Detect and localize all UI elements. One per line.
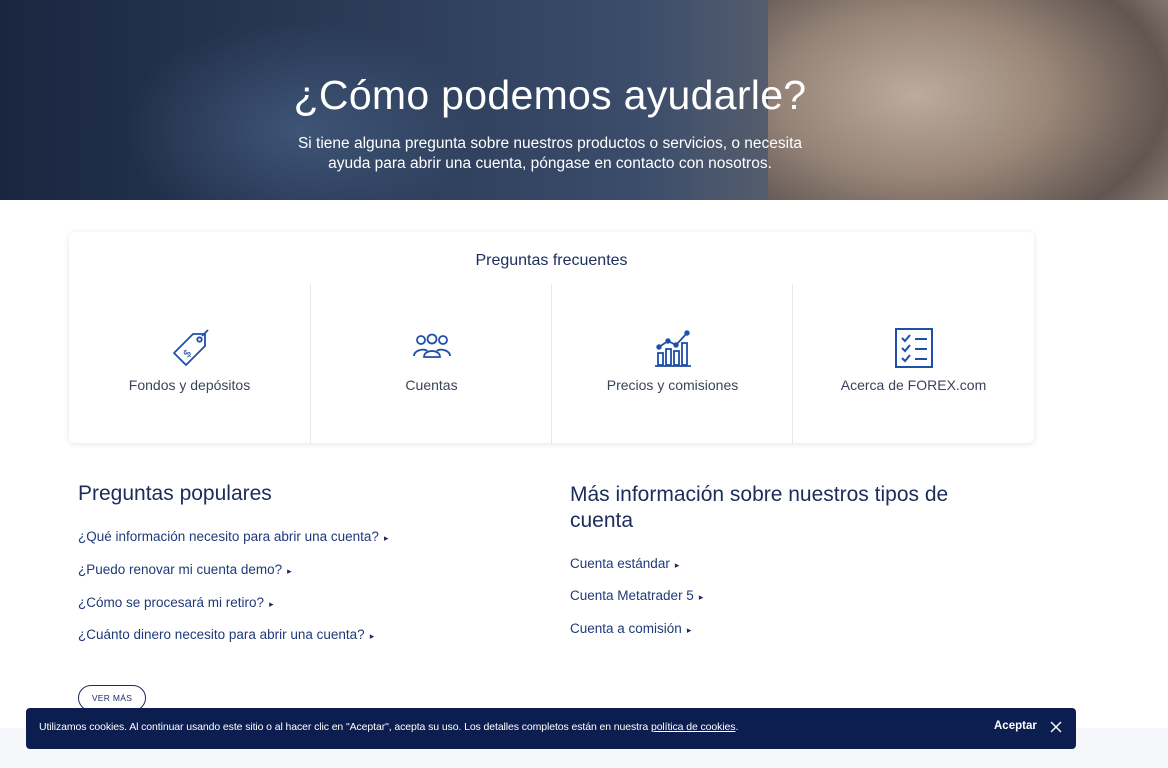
hero-subtitle-line2: ayuda para abrir una cuenta, póngase en … xyxy=(328,155,772,172)
hero-subtitle-line1: Si tiene alguna pregunta sobre nuestros … xyxy=(297,135,803,152)
users-group-icon xyxy=(410,327,454,369)
faq-title: Preguntas frecuentes xyxy=(475,252,628,269)
cookie-policy-link[interactable]: política de cookies xyxy=(651,721,736,733)
faq-item-pricing[interactable]: Precios y comisiones xyxy=(551,284,793,443)
popular-question-text: ¿Cómo se procesará mi retiro? xyxy=(78,595,265,610)
popular-question-text: ¿Puedo renovar mi cuenta demo? xyxy=(78,562,283,577)
arrow-right-icon: ▸ xyxy=(686,625,692,635)
account-type-text: Cuenta estándar xyxy=(570,556,670,571)
popular-question-link[interactable]: ¿Cuánto dinero necesito para abrir una c… xyxy=(78,627,374,642)
faq-item-label: Cuentas xyxy=(405,377,458,393)
popular-questions-title: Preguntas populares xyxy=(78,482,272,505)
faq-item-label: Acerca de FOREX.com xyxy=(840,377,987,393)
popular-question-link[interactable]: ¿Qué información necesito para abrir una… xyxy=(78,529,388,544)
account-types-title: Más información sobre nuestros tipos de … xyxy=(570,483,949,532)
cookie-banner: Utilizamos cookies. Al continuar usando … xyxy=(26,708,1076,749)
account-type-link[interactable]: Cuenta estándar ▸ xyxy=(570,556,679,571)
arrow-right-icon: ▸ xyxy=(287,566,292,576)
cookie-message: Utilizamos cookies. Al continuar usando … xyxy=(39,721,738,733)
arrow-right-icon: ▸ xyxy=(269,599,274,609)
growth-chart-icon xyxy=(651,327,695,369)
arrow-right-icon: ▸ xyxy=(383,533,389,543)
account-type-link[interactable]: Cuenta a comisión ▸ xyxy=(570,621,691,636)
arrow-right-icon: ▸ xyxy=(698,592,704,602)
popular-question-text: ¿Cuánto dinero necesito para abrir una c… xyxy=(78,627,365,642)
faq-card: Preguntas frecuentes $ Fondos y depósito… xyxy=(69,232,1034,443)
account-type-link[interactable]: Cuenta Metatrader 5 ▸ xyxy=(570,588,703,603)
faq-item-accounts[interactable]: Cuentas xyxy=(310,284,552,443)
hero-title: ¿Cómo podemos ayudarle? xyxy=(293,72,807,118)
account-type-text: Cuenta Metatrader 5 xyxy=(570,588,694,603)
faq-item-label: Fondos y depósitos xyxy=(128,377,251,393)
account-type-text: Cuenta a comisión xyxy=(570,621,682,636)
cookie-message-period: . xyxy=(735,721,739,733)
hero-banner: ¿Cómo podemos ayudarle? Si tiene alguna … xyxy=(0,0,1168,200)
popular-question-text: ¿Qué información necesito para abrir una… xyxy=(78,529,379,544)
cookie-accept-button[interactable]: Aceptar xyxy=(994,720,1037,732)
popular-question-link[interactable]: ¿Puedo renovar mi cuenta demo? ▸ xyxy=(78,562,292,577)
close-icon[interactable] xyxy=(1049,720,1063,734)
checklist-icon xyxy=(892,327,936,369)
money-tag-icon: $ xyxy=(168,327,212,369)
faq-item-funds[interactable]: $ Fondos y depósitos xyxy=(69,284,310,443)
faq-item-about[interactable]: Acerca de FOREX.com xyxy=(792,284,1034,443)
cookie-message-text: Utilizamos cookies. Al continuar usando … xyxy=(39,721,651,733)
arrow-right-icon: ▸ xyxy=(369,631,375,641)
hero-subtitle: Si tiene alguna pregunta sobre nuestros … xyxy=(250,134,850,174)
faq-item-label: Precios y comisiones xyxy=(606,377,739,393)
popular-question-link[interactable]: ¿Cómo se procesará mi retiro? ▸ xyxy=(78,595,274,610)
arrow-right-icon: ▸ xyxy=(674,560,680,570)
